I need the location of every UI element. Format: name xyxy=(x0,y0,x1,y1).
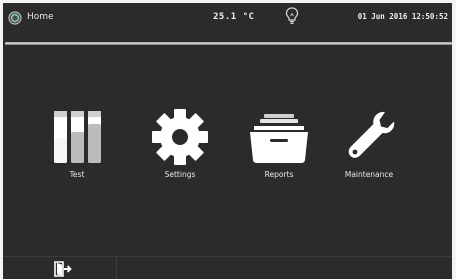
wrench-icon xyxy=(348,111,395,158)
bottom-bar-separator xyxy=(116,257,117,279)
date-time-readout: 01 Jun 2016 12:50:52 xyxy=(357,12,448,21)
settings-tile[interactable]: Settings xyxy=(140,108,220,179)
test-tubes-icon xyxy=(54,111,101,163)
home-screen: Home 25.1 °C 01 Jun 2016 12:50:52 Test S… xyxy=(0,0,456,279)
header-divider xyxy=(5,42,452,45)
test-tile[interactable]: Test xyxy=(37,108,117,179)
maintenance-tile[interactable]: Maintenance xyxy=(329,108,409,179)
maintenance-label: Maintenance xyxy=(344,170,394,179)
main-menu: Test Settings Reports Maintenance xyxy=(3,48,452,254)
page-title: Home xyxy=(27,12,54,22)
frame-edge-right xyxy=(452,0,456,279)
bottom-bar xyxy=(3,256,452,279)
exit-door-icon xyxy=(54,261,72,277)
home-icon[interactable] xyxy=(8,10,22,25)
temperature-readout: 25.1 °C xyxy=(213,12,255,22)
reports-label: Reports xyxy=(264,170,294,179)
settings-label: Settings xyxy=(164,170,196,179)
test-label: Test xyxy=(69,170,85,179)
exit-button[interactable] xyxy=(43,260,83,278)
lightbulb-icon[interactable] xyxy=(285,7,299,25)
header-bar: Home 25.1 °C 01 Jun 2016 12:50:52 xyxy=(3,3,452,36)
reports-tile[interactable]: Reports xyxy=(239,108,319,179)
folder-icon xyxy=(250,114,308,163)
gear-icon xyxy=(152,109,208,165)
